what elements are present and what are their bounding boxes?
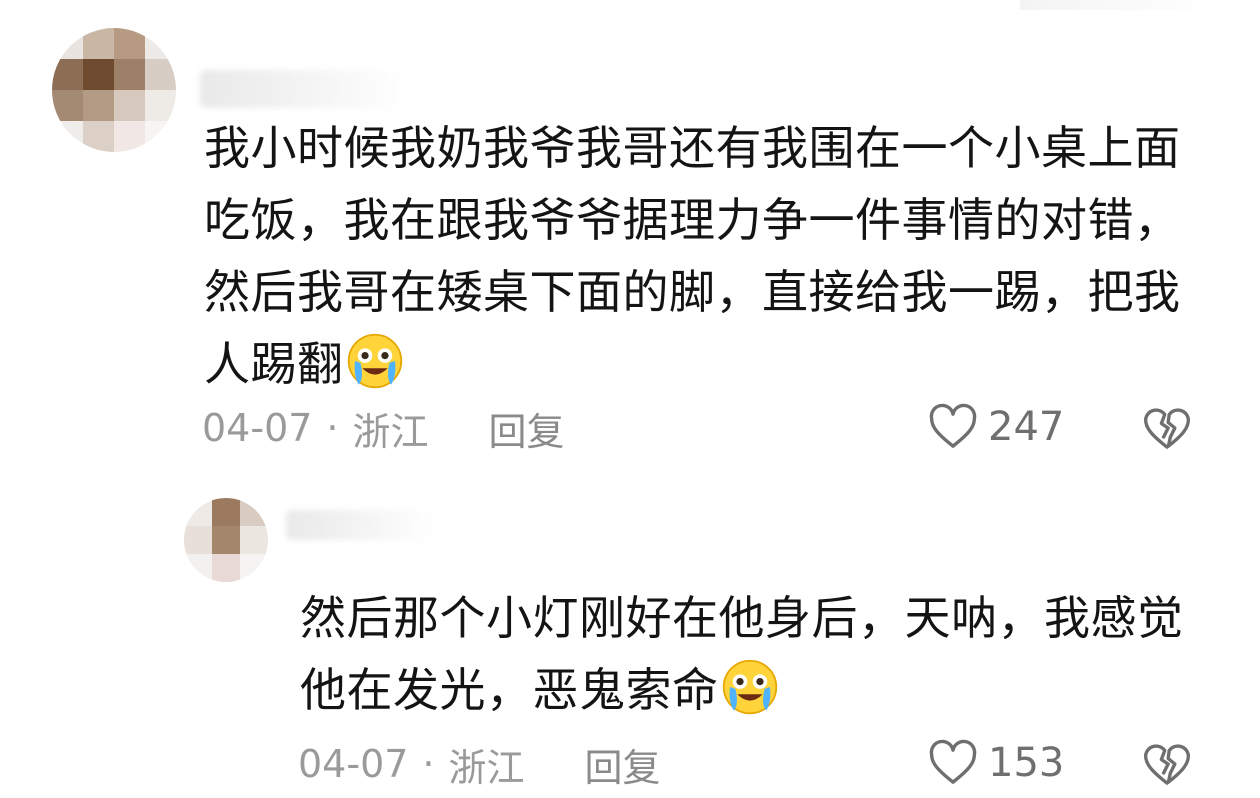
reply-comment-item: 然后那个小灯刚好在他身后，天呐，我感觉他在发光，恶鬼索命 04-07 · 浙江 … bbox=[0, 470, 1260, 798]
like-button[interactable]: 247 bbox=[926, 400, 1064, 454]
comment-text: 然后那个小灯刚好在他身后，天呐，我感觉他在发光，恶鬼索命 bbox=[300, 582, 1220, 726]
like-count: 153 bbox=[988, 740, 1065, 786]
meta-separator: · bbox=[326, 406, 339, 450]
heart-outline-icon bbox=[929, 403, 977, 448]
comment-date: 04-07 bbox=[202, 406, 313, 450]
avatar[interactable] bbox=[184, 498, 268, 582]
username-blurred[interactable] bbox=[200, 70, 410, 108]
meta-separator: · bbox=[422, 742, 435, 786]
avatar[interactable] bbox=[52, 28, 176, 152]
username-blurred[interactable] bbox=[286, 510, 436, 540]
crying-laughing-emoji-icon bbox=[347, 333, 402, 389]
dislike-button[interactable] bbox=[1140, 737, 1194, 795]
like-button[interactable]: 153 bbox=[926, 736, 1064, 790]
dislike-button[interactable] bbox=[1140, 401, 1194, 459]
comment-item: 我小时候我奶我爷我哥还有我围在一个小桌上面吃饭，我在跟我爷爷据理力争一件事情的对… bbox=[0, 0, 1260, 470]
like-count: 247 bbox=[988, 404, 1065, 450]
broken-heart-icon bbox=[1143, 744, 1191, 785]
crying-laughing-emoji-icon bbox=[722, 659, 777, 715]
comment-text: 我小时候我奶我爷我哥还有我围在一个小桌上面吃饭，我在跟我爷爷据理力争一件事情的对… bbox=[204, 112, 1214, 400]
comment-location: 浙江 bbox=[448, 745, 525, 790]
reply-button[interactable]: 回复 bbox=[585, 737, 661, 792]
comment-meta: 04-07 · 浙江 回复 bbox=[298, 736, 661, 792]
broken-heart-icon bbox=[1143, 408, 1191, 449]
reply-button[interactable]: 回复 bbox=[489, 401, 565, 456]
comment-location: 浙江 bbox=[352, 409, 429, 454]
comment-meta: 04-07 · 浙江 回复 bbox=[202, 400, 565, 456]
comment-date: 04-07 bbox=[298, 742, 409, 786]
heart-outline-icon bbox=[929, 739, 977, 784]
